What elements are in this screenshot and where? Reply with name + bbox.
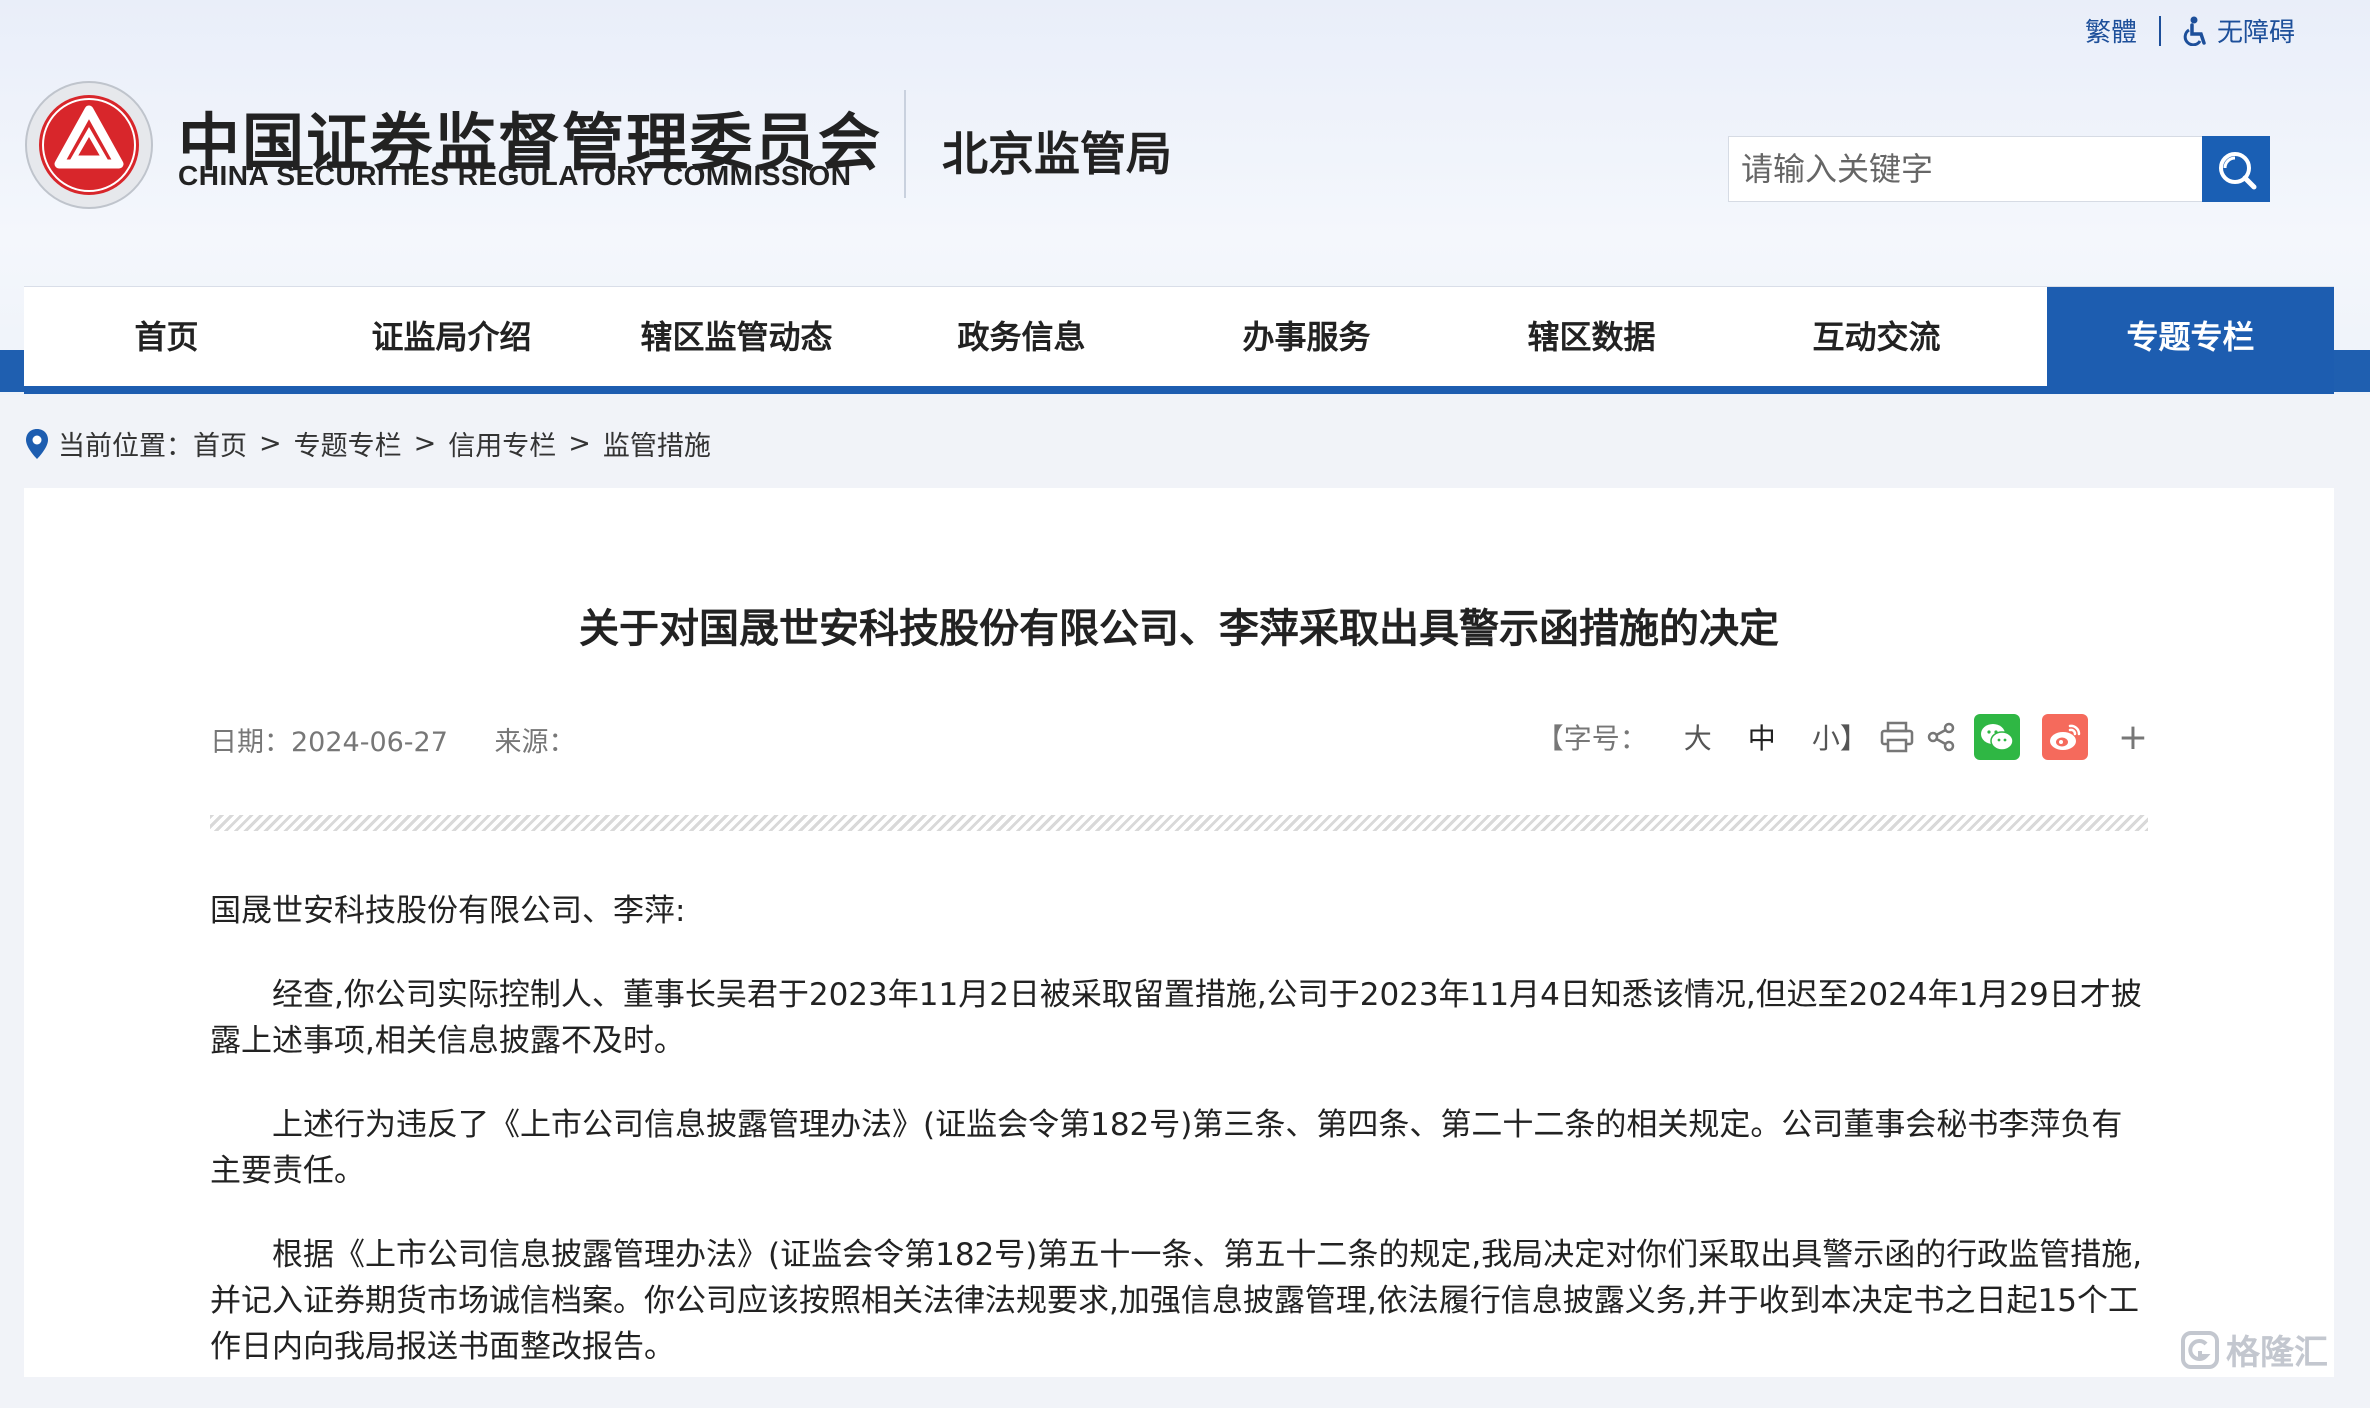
traditional-chinese-link[interactable]: 繁體 bbox=[2085, 12, 2137, 49]
wechat-share-button[interactable] bbox=[1973, 714, 2020, 760]
breadcrumb-separator: > bbox=[413, 428, 437, 459]
watermark-logo-icon bbox=[2181, 1330, 2219, 1369]
search-input[interactable] bbox=[1729, 137, 2191, 201]
wechat-icon bbox=[1980, 724, 2014, 751]
article-paragraph: 上述行为违反了《上市公司信息披露管理办法》(证监会令第182号)第三条、第四条、… bbox=[210, 1107, 2123, 1189]
weibo-icon bbox=[2049, 724, 2081, 750]
bureau-name: 北京监管局 bbox=[942, 128, 1172, 180]
nav-item-regional-data[interactable]: 辖区数据 bbox=[1449, 287, 1734, 387]
font-size-medium[interactable]: 中 bbox=[1748, 717, 1776, 757]
breadcrumb-separator: > bbox=[259, 428, 282, 459]
nav-item-interaction[interactable]: 互动交流 bbox=[1734, 287, 2019, 387]
weibo-share-button[interactable] bbox=[2041, 714, 2088, 760]
article-date: 2024-06-27 bbox=[291, 727, 448, 758]
org-name-english: CHINA SECURITIES REGULATORY COMMISSION bbox=[178, 160, 852, 191]
nav-band-left bbox=[0, 350, 26, 392]
article-paragraph: 根据《上市公司信息披露管理办法》(证监会令第182号)第五十一条、第五十二条的规… bbox=[210, 1237, 2143, 1365]
nav-item-regional-news[interactable]: 辖区监管动态 bbox=[594, 287, 879, 387]
accessibility-icon bbox=[2183, 16, 2206, 46]
accessibility-label: 无障碍 bbox=[2216, 17, 2295, 47]
watermark-text: 格隆汇 bbox=[2226, 1334, 2328, 1372]
breadcrumb-credit[interactable]: 信用专栏 bbox=[448, 424, 556, 463]
main-nav: 首页 证监局介绍 辖区监管动态 政务信息 办事服务 辖区数据 互动交流 专题专栏 bbox=[24, 286, 2334, 387]
breadcrumb-prefix: 当前位置： bbox=[58, 431, 193, 462]
article-card: 关于对国晟世安科技股份有限公司、李萍采取出具警示函措施的决定 日期：2024-0… bbox=[24, 488, 2334, 1377]
nav-item-gov-info[interactable]: 政务信息 bbox=[879, 287, 1164, 387]
csrc-emblem-icon[interactable] bbox=[24, 80, 154, 210]
article-title: 关于对国晟世安科技股份有限公司、李萍采取出具警示函措施的决定 bbox=[579, 606, 1779, 652]
utility-links: 繁體 无障碍 bbox=[2085, 12, 2295, 49]
search-icon bbox=[2219, 152, 2257, 190]
share-icon bbox=[1927, 722, 1955, 752]
font-size-small[interactable]: 小】 bbox=[1812, 717, 1868, 757]
article-body: 国晟世安科技股份有限公司、李萍: 经查,你公司实际控制人、董事长吴君于2023年… bbox=[210, 888, 2148, 1408]
title-divider bbox=[210, 815, 2148, 831]
nav-item-about[interactable]: 证监局介绍 bbox=[309, 287, 594, 387]
search-box bbox=[1728, 136, 2270, 202]
location-pin-icon bbox=[26, 428, 48, 459]
breadcrumb-special-topics[interactable]: 专题专栏 bbox=[294, 424, 402, 463]
font-size-label: 【字号： bbox=[1535, 722, 1648, 755]
breadcrumb: 当前位置： 首页 > 专题专栏 > 信用专栏 > 监管措施 bbox=[24, 424, 711, 463]
font-size-large[interactable]: 大 bbox=[1684, 717, 1712, 757]
source-label: 来源： bbox=[494, 727, 576, 758]
nav-item-special-topics[interactable]: 专题专栏 bbox=[2047, 287, 2334, 387]
article-paragraph: 经查,你公司实际控制人、董事长吴君于2023年11月2日被采取留置措施,公司于2… bbox=[210, 977, 2142, 1059]
article-meta: 日期：2024-06-27 来源： bbox=[210, 720, 576, 759]
logo-divider bbox=[904, 90, 906, 198]
print-icon bbox=[1880, 721, 1914, 753]
accessibility-link[interactable]: 无障碍 bbox=[2183, 12, 2295, 49]
search-button[interactable] bbox=[2202, 136, 2270, 202]
utility-divider bbox=[2158, 15, 2161, 46]
nav-underline bbox=[24, 386, 2334, 394]
article-tools: 【字号： 大 中 小】 + bbox=[1536, 714, 2148, 760]
nav-item-home[interactable]: 首页 bbox=[24, 287, 309, 387]
watermark: 格隆汇 bbox=[2180, 1325, 2328, 1374]
breadcrumb-separator: > bbox=[568, 428, 591, 459]
breadcrumb-measures[interactable]: 监管措施 bbox=[603, 424, 711, 463]
date-label: 日期： bbox=[210, 727, 291, 758]
nav-item-services[interactable]: 办事服务 bbox=[1164, 287, 1449, 387]
article-addressee: 国晟世安科技股份有限公司、李萍: bbox=[210, 893, 686, 929]
print-button[interactable] bbox=[1880, 721, 1914, 753]
nav-band-right bbox=[2334, 350, 2370, 392]
share-button[interactable] bbox=[1926, 722, 1956, 752]
breadcrumb-home[interactable]: 首页 bbox=[193, 424, 247, 463]
more-share-button[interactable]: + bbox=[2118, 717, 2148, 758]
